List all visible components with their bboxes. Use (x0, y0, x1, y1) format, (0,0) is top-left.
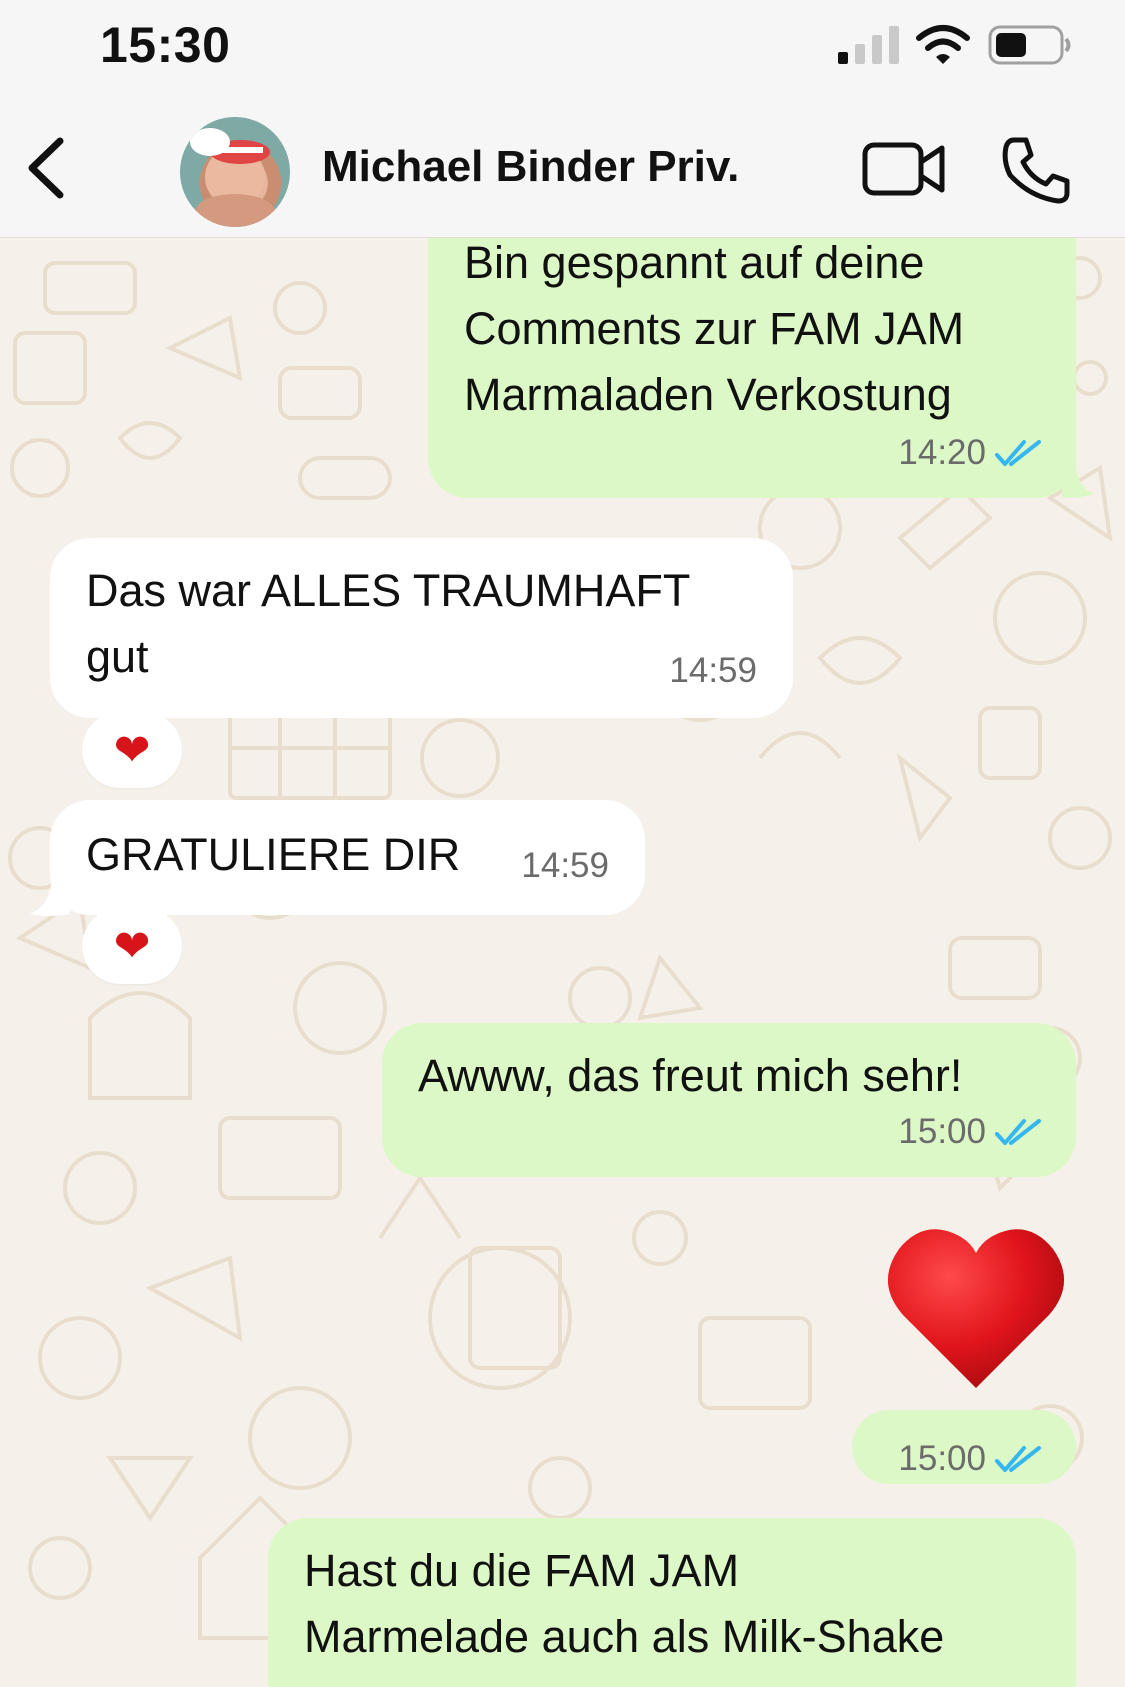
message-text: Comments zur FAM JAM (464, 303, 965, 354)
contact-name[interactable]: Michael Binder Priv. (322, 142, 739, 192)
chat-header: Michael Binder Priv. (0, 95, 1125, 238)
message-time: 15:00 (898, 1112, 986, 1151)
message-bubble-incoming[interactable]: GRATULIERE DIR 14:59 (50, 800, 645, 915)
message-bubble-outgoing[interactable]: Awww, das freut mich sehr! 15:00 (382, 1023, 1076, 1177)
message-bubble-outgoing[interactable]: 15:00 (852, 1410, 1076, 1484)
message-text: Marmaladen Verkostung (464, 369, 952, 420)
status-time: 15:30 (100, 17, 231, 73)
bubble-tail (1062, 458, 1094, 498)
message-meta: 15:00 (898, 1099, 1042, 1165)
phone-icon[interactable] (1000, 135, 1070, 205)
message-text: Bin gespannt auf deine (464, 238, 925, 288)
message-time: 14:20 (898, 433, 986, 472)
video-call-icon[interactable] (862, 140, 946, 198)
message-text: GRATULIERE DIR (86, 829, 461, 880)
read-receipt-icon (995, 440, 1041, 466)
read-receipt-icon (995, 1446, 1041, 1472)
message-meta: 14:59 (521, 833, 609, 899)
wifi-icon (916, 25, 970, 64)
message-meta: 15:00 (898, 1426, 1042, 1492)
cellular-signal-icon (838, 26, 899, 64)
message-meta: 14:20 (898, 420, 1042, 486)
message-text: Das war ALLES TRAUMHAFT (86, 565, 691, 616)
message-time: 14:59 (521, 846, 609, 885)
contact-avatar[interactable] (180, 117, 290, 227)
message-bubble-incoming[interactable]: Das war ALLES TRAUMHAFT gut 14:59 (50, 538, 793, 718)
message-text: Hast du die FAM JAM (304, 1545, 740, 1596)
bubble-tail (30, 878, 70, 916)
message-time: 15:00 (898, 1439, 986, 1478)
chat-area[interactable]: Bin gespannt auf deine Comments zur FAM … (0, 238, 1125, 1687)
heart-emoji-icon[interactable] (885, 1223, 1067, 1393)
message-bubble-outgoing[interactable]: Bin gespannt auf deine Comments zur FAM … (428, 238, 1076, 498)
message-text: Awww, das freut mich sehr! (418, 1050, 963, 1101)
message-text: Marmelade auch als Milk-Shake (304, 1611, 945, 1662)
message-meta: 14:59 (669, 638, 757, 704)
message-bubble-outgoing[interactable]: Hast du die FAM JAM Marmelade auch als M… (268, 1518, 1076, 1687)
battery-icon (988, 25, 1071, 65)
status-bar: 15:30 (0, 0, 1125, 95)
message-time: 14:59 (669, 651, 757, 690)
reaction-badge[interactable]: ❤ (82, 712, 182, 788)
read-receipt-icon (995, 1119, 1041, 1145)
message-text: gut (86, 631, 149, 682)
heart-reaction-icon: ❤ (113, 921, 151, 971)
back-chevron-icon[interactable] (22, 133, 72, 203)
heart-reaction-icon: ❤ (113, 725, 151, 775)
reaction-badge[interactable]: ❤ (82, 908, 182, 984)
